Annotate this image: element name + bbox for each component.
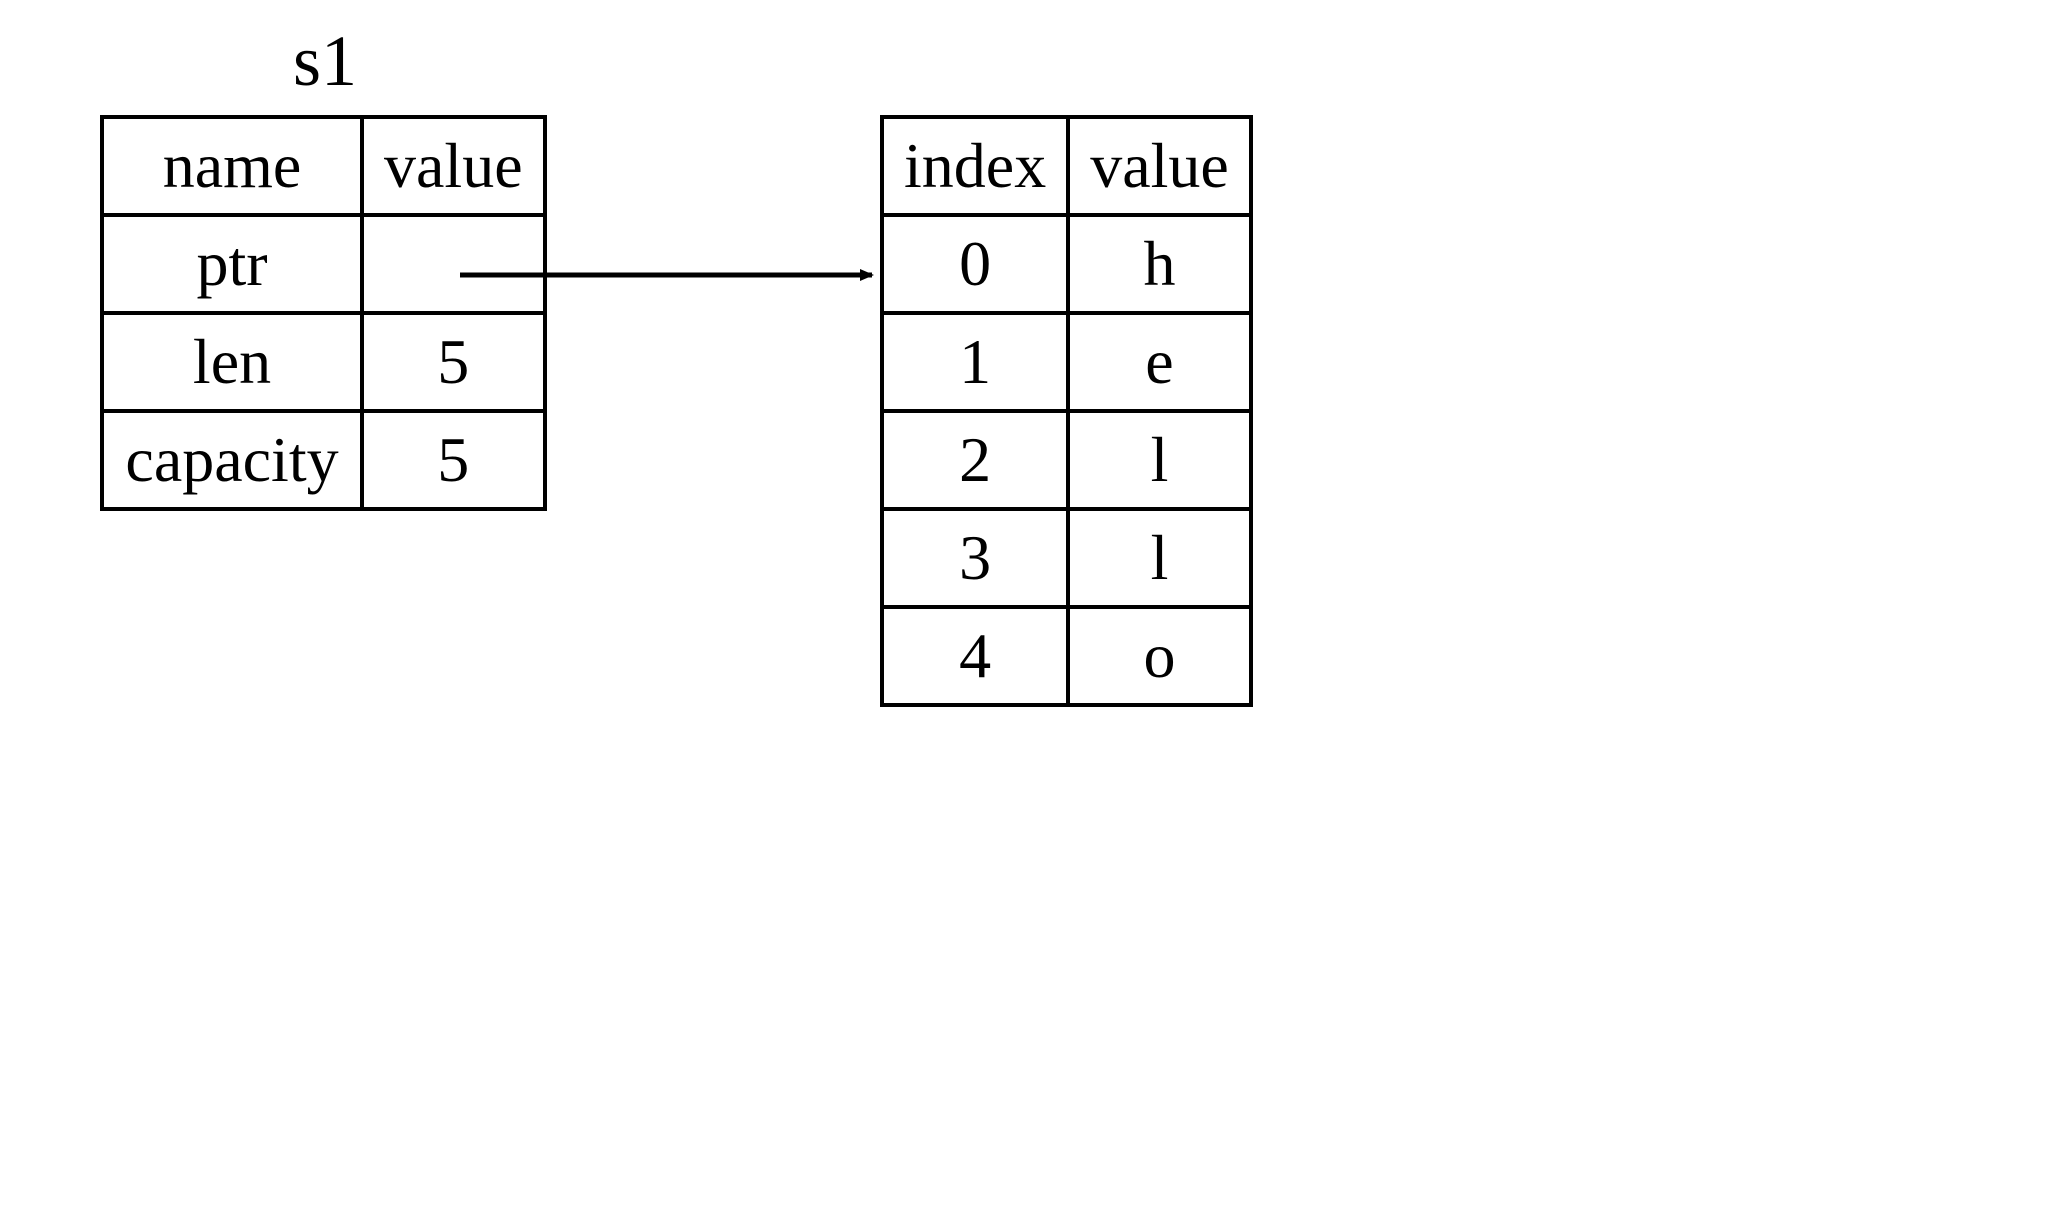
diagram-canvas: s1 name value ptr len 5 capacity 5 [0, 0, 2048, 1224]
pointer-arrow-icon [0, 0, 2048, 1224]
